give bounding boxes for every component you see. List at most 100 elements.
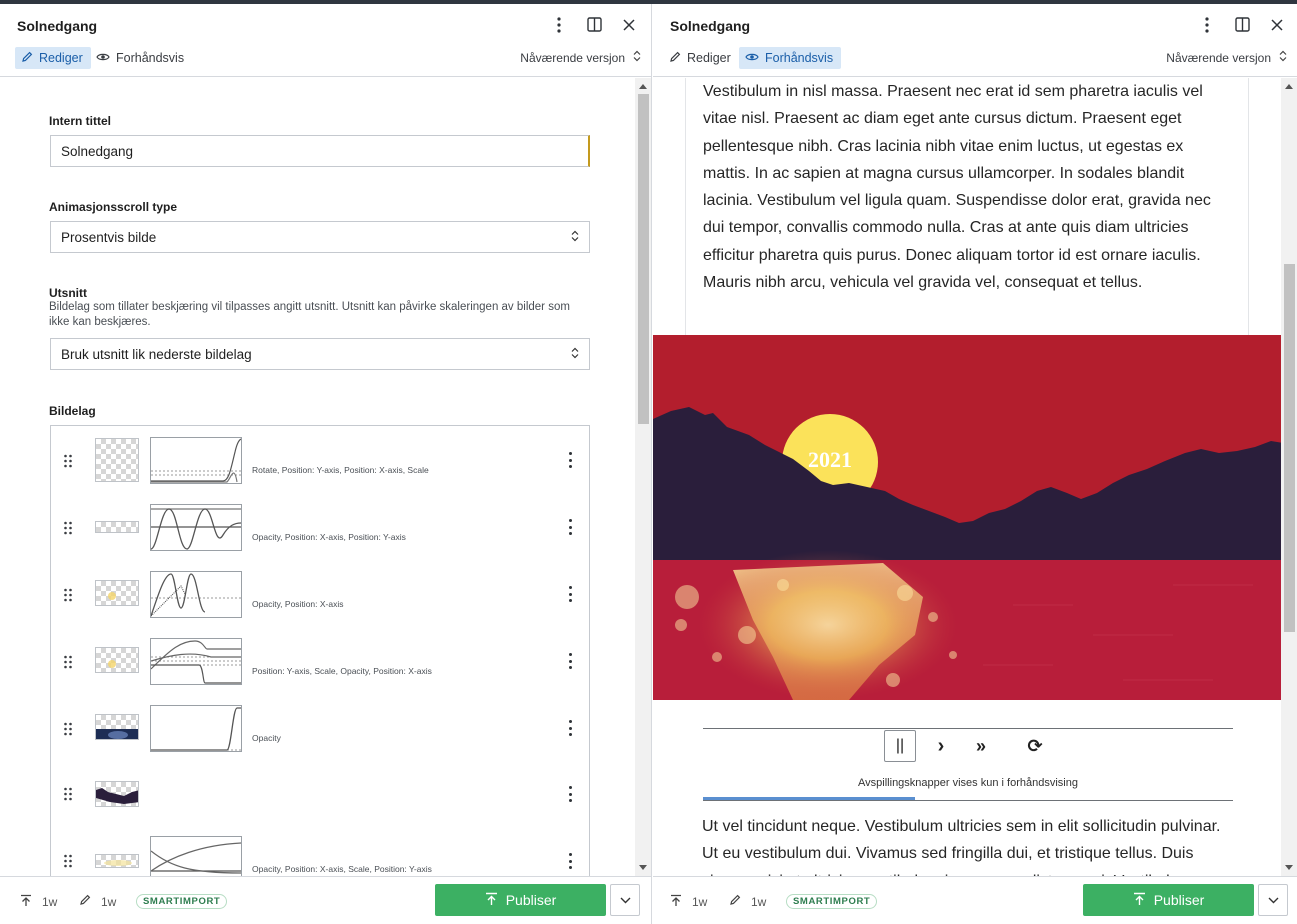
drag-handle-icon[interactable] <box>63 454 73 468</box>
sun-year-label: 2021 <box>808 447 852 472</box>
tab-forhandsvis[interactable]: Forhåndsvis <box>739 47 842 69</box>
list-item[interactable]: Rotate, Position: Y-axis, Position: X-ax… <box>51 434 589 486</box>
pencil-icon <box>79 894 91 909</box>
scroll-type-select[interactable]: Prosentvis bilde <box>50 221 590 253</box>
drag-handle-icon[interactable] <box>63 588 73 602</box>
split-view-button[interactable] <box>583 16 605 38</box>
replay-button[interactable]: ⟳ <box>1023 730 1047 762</box>
skip-forward-button[interactable]: » <box>969 730 993 762</box>
split-view-icon <box>1234 17 1250 37</box>
list-item[interactable]: Opacity <box>51 702 589 754</box>
scroll-down-icon[interactable] <box>639 865 647 870</box>
preview-scrollbar[interactable] <box>1281 78 1297 876</box>
animation-curve <box>150 437 242 484</box>
sunset-animation: 2021 <box>653 335 1281 700</box>
kebab-icon <box>1205 16 1209 38</box>
list-item[interactable]: Opacity, Position: X-axis, Position: Y-a… <box>51 501 589 553</box>
editor-header: Solnedgang Rediger Forhåndsvis Nåværende… <box>0 4 651 77</box>
article-preview: Vestibulum in nisl massa. Praesent nec e… <box>653 78 1281 876</box>
scroll-up-icon[interactable] <box>639 84 647 89</box>
preview-footer: 1w 1w SMARTIMPORT Publiser <box>653 876 1297 924</box>
upload-icon <box>670 894 682 910</box>
close-button[interactable] <box>618 16 640 38</box>
layer-menu-button[interactable] <box>565 720 575 736</box>
more-options-button[interactable] <box>548 16 570 38</box>
pencil-icon <box>21 51 33 66</box>
layer-thumbnail <box>95 714 139 740</box>
step-forward-button[interactable]: › <box>929 730 953 762</box>
list-item[interactable]: Position: Y-axis, Scale, Opacity, Positi… <box>51 635 589 687</box>
intern-tittel-label: Intern tittel <box>49 114 111 128</box>
publish-options-button[interactable] <box>1258 884 1288 916</box>
upload-icon <box>485 892 498 909</box>
layer-thumbnail <box>95 580 139 606</box>
scroll-up-icon[interactable] <box>1285 84 1293 89</box>
publish-button[interactable]: Publiser <box>1083 884 1254 916</box>
scroll-down-icon[interactable] <box>1285 865 1293 870</box>
layer-menu-button[interactable] <box>565 452 575 468</box>
select-value: Prosentvis bilde <box>61 229 157 245</box>
pause-button[interactable]: || <box>884 730 916 762</box>
publish-button[interactable]: Publiser <box>435 884 606 916</box>
status-badge: SMARTIMPORT <box>136 894 228 909</box>
layer-thumbnail <box>95 438 139 482</box>
layer-list: Rotate, Position: Y-axis, Position: X-ax… <box>50 425 590 876</box>
publish-label: Publiser <box>1153 892 1205 908</box>
more-options-button[interactable] <box>1196 16 1218 38</box>
animation-curve <box>150 638 242 685</box>
layer-description: Opacity <box>252 733 281 743</box>
editor-scrollbar[interactable] <box>635 78 651 876</box>
split-view-button[interactable] <box>1231 16 1253 38</box>
close-button[interactable] <box>1266 16 1288 38</box>
layer-menu-button[interactable] <box>565 586 575 602</box>
edited-age: 1w <box>79 894 116 909</box>
layer-menu-button[interactable] <box>565 653 575 669</box>
list-item[interactable]: Opacity, Position: X-axis, Scale, Positi… <box>51 836 589 876</box>
chevron-down-icon <box>1268 891 1279 909</box>
tab-forhandsvis[interactable]: Forhåndsvis <box>90 47 192 69</box>
version-label: Nåværende versjon <box>520 50 625 65</box>
version-select[interactable]: Nåværende versjon <box>520 50 641 65</box>
layer-menu-button[interactable] <box>565 519 575 535</box>
select-value: Bruk utsnitt lik nederste bildelag <box>61 346 252 362</box>
scrollbar-thumb[interactable] <box>638 94 649 424</box>
scrollbar-thumb[interactable] <box>1284 264 1295 632</box>
editor-footer: 1w 1w SMARTIMPORT Publiser <box>0 876 651 924</box>
utsnitt-label: Utsnitt <box>49 286 87 300</box>
sort-icon <box>633 50 641 65</box>
utsnitt-select[interactable]: Bruk utsnitt lik nederste bildelag <box>50 338 590 370</box>
edited-age-text: 1w <box>101 894 117 909</box>
preview-header: Solnedgang Rediger Forhåndsvis Nåværende… <box>653 4 1297 77</box>
pane-title: Solnedgang <box>17 18 98 34</box>
version-select[interactable]: Nåværende versjon <box>1166 50 1287 65</box>
drag-handle-icon[interactable] <box>63 854 73 868</box>
publish-label: Publiser <box>505 892 557 908</box>
sort-icon <box>571 230 579 245</box>
controls-note: Avspillingsknapper vises kun i forhåndsv… <box>858 777 1078 789</box>
list-item[interactable] <box>51 769 589 821</box>
drag-handle-icon[interactable] <box>63 787 73 801</box>
bildelag-label: Bildelag <box>49 404 96 418</box>
drag-handle-icon[interactable] <box>63 722 73 736</box>
layer-thumbnail <box>95 521 139 533</box>
preview-pane: Solnedgang Rediger Forhåndsvis Nåværende… <box>653 4 1297 924</box>
tab-label: Forhåndsvis <box>116 51 185 65</box>
pencil-icon <box>729 894 741 909</box>
list-item[interactable]: Opacity, Position: X-axis <box>51 568 589 620</box>
published-age: 1w <box>20 894 57 910</box>
paragraph-bottom: Ut vel tincidunt neque. Vestibulum ultri… <box>702 818 1221 876</box>
layer-thumbnail <box>95 854 139 868</box>
tab-rediger[interactable]: Rediger <box>663 47 739 69</box>
publish-options-button[interactable] <box>610 884 640 916</box>
drag-handle-icon[interactable] <box>63 521 73 535</box>
tab-rediger[interactable]: Rediger <box>15 47 91 69</box>
edited-age: 1w <box>729 894 766 909</box>
layer-menu-button[interactable] <box>565 786 575 802</box>
tab-label: Forhåndsvis <box>765 51 834 65</box>
pane-title: Solnedgang <box>670 18 751 34</box>
intern-tittel-input[interactable]: Solnedgang <box>50 135 590 167</box>
drag-handle-icon[interactable] <box>63 655 73 669</box>
paragraph-top: Vestibulum in nisl massa. Praesent nec e… <box>703 83 1211 292</box>
layer-menu-button[interactable] <box>565 853 575 869</box>
layer-thumbnail <box>95 647 139 673</box>
